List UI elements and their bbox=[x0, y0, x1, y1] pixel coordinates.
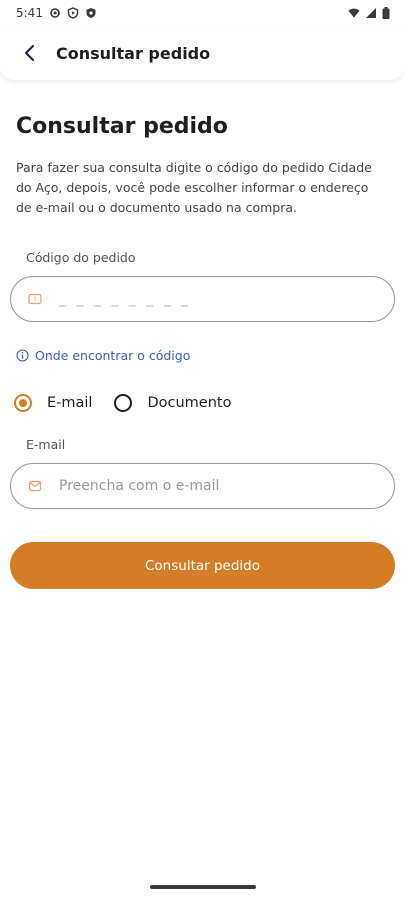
status-time: 5:41 bbox=[16, 6, 43, 20]
order-code-input[interactable] bbox=[57, 290, 361, 308]
radio-unselected-icon[interactable] bbox=[114, 394, 133, 412]
status-left: 5:41 bbox=[16, 6, 97, 20]
page-description: Para fazer sua consulta digite o código … bbox=[16, 160, 372, 215]
app-bar: Consultar pedido bbox=[0, 26, 404, 80]
email-label: E-mail bbox=[26, 437, 66, 452]
order-code-field[interactable] bbox=[10, 276, 395, 322]
radio-option-email[interactable]: E-mail bbox=[14, 394, 92, 412]
consult-order-button[interactable]: Consultar pedido bbox=[10, 542, 395, 589]
radio-label-document: Documento bbox=[147, 395, 232, 411]
chevron-left-icon bbox=[23, 44, 37, 62]
home-indicator[interactable] bbox=[150, 885, 256, 889]
order-code-label: Código do pedido bbox=[26, 250, 136, 265]
email-input[interactable] bbox=[57, 477, 361, 495]
back-button[interactable] bbox=[10, 33, 50, 73]
page-title: Consultar pedido bbox=[16, 114, 228, 139]
ticket-icon bbox=[27, 291, 43, 307]
status-bar: 5:41 bbox=[0, 0, 404, 26]
status-right bbox=[348, 7, 390, 19]
info-icon bbox=[16, 349, 29, 362]
radio-option-document[interactable]: Documento bbox=[114, 394, 231, 412]
app-bar-title: Consultar pedido bbox=[56, 43, 211, 63]
settings-icon bbox=[49, 7, 61, 19]
shield-play-icon bbox=[67, 7, 79, 19]
where-to-find-code-link[interactable]: Onde encontrar o código bbox=[16, 348, 190, 363]
wifi-icon bbox=[348, 7, 360, 19]
radio-selected-icon[interactable] bbox=[14, 394, 32, 412]
signal-icon bbox=[365, 7, 377, 19]
radio-label-email: E-mail bbox=[47, 395, 93, 411]
shield-icon bbox=[85, 7, 97, 19]
help-link-text: Onde encontrar o código bbox=[35, 348, 191, 363]
mail-icon bbox=[27, 478, 43, 494]
contact-type-radio-group: E-mail Documento bbox=[14, 394, 231, 412]
battery-icon bbox=[382, 7, 390, 19]
email-field[interactable] bbox=[10, 463, 395, 509]
